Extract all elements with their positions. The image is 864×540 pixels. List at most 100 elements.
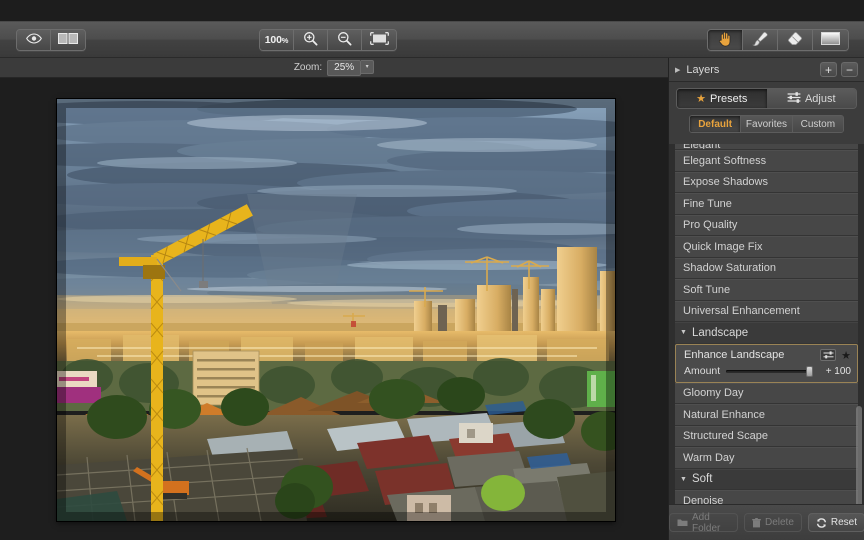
preset-label: Gloomy Day — [683, 387, 744, 400]
amount-value: + 100 — [825, 365, 851, 377]
subtab-custom[interactable]: Custom — [792, 116, 843, 132]
delete-label: Delete — [764, 517, 794, 528]
zoom-label: Zoom: — [293, 62, 323, 73]
preset-row[interactable]: Natural Enhance — [675, 404, 858, 426]
layers-header: ▶ Layers + − — [669, 58, 864, 82]
zoom-100-label: 100% — [264, 34, 289, 46]
reset-button[interactable]: Reset — [807, 513, 864, 532]
tool-button-group — [707, 29, 849, 51]
amount-slider-track[interactable] — [726, 365, 813, 377]
amount-slider-label: Amount — [684, 365, 721, 377]
photo-artwork — [57, 99, 615, 521]
amount-slider-thumb[interactable] — [806, 365, 813, 377]
add-layer-button[interactable]: + — [820, 62, 837, 77]
preset-row[interactable]: Pro Quality — [675, 214, 858, 236]
preset-label: Denoise — [683, 494, 724, 504]
image-canvas[interactable] — [0, 78, 668, 540]
preset-list-container[interactable]: Elegant Elegant Softness Expose Shadows Fin… — [669, 144, 864, 504]
tab-presets[interactable]: ★ Presets — [677, 89, 767, 108]
amount-slider-row[interactable]: Amount + 100 — [676, 364, 857, 379]
main-toolbar: 100% — [0, 22, 864, 58]
right-panel: ▶ Layers + − ★ Presets Adjust Default Fa… — [668, 58, 864, 540]
zoom-in-button[interactable] — [294, 30, 328, 50]
preset-label: Shadow Saturation — [683, 262, 776, 275]
vertical-scrollbar[interactable] — [856, 406, 862, 504]
zoom-select[interactable]: 25% ▾ — [327, 59, 375, 76]
fit-to-screen-button[interactable] — [362, 30, 396, 50]
preset-list: Elegant Elegant Softness Expose Shadows Fin… — [675, 144, 858, 504]
layers-title: Layers — [686, 63, 720, 76]
favorite-star-icon[interactable]: ★ — [841, 349, 851, 362]
tab-adjust-label: Adjust — [804, 92, 836, 105]
preset-label: Natural Enhance — [683, 408, 765, 421]
zoom-value[interactable]: 25% — [327, 59, 362, 76]
subtab-favorites[interactable]: Favorites — [741, 116, 793, 132]
preset-row[interactable]: Elegant Softness — [675, 150, 858, 172]
selected-preset-card[interactable]: Enhance Landscape ★ Amount + 100 — [675, 343, 858, 383]
delete-button[interactable]: Delete — [743, 513, 802, 532]
view-button-group — [16, 29, 86, 51]
preset-row[interactable]: Expose Shadows — [675, 171, 858, 193]
preset-group-label: Soft — [691, 473, 713, 486]
preset-row[interactable]: Quick Image Fix — [675, 236, 858, 258]
reset-icon — [816, 517, 827, 528]
preset-row[interactable]: Fine Tune — [675, 193, 858, 215]
zoom-out-button[interactable] — [328, 30, 362, 50]
eye-icon — [25, 33, 42, 47]
preset-label: Soft Tune — [683, 283, 731, 296]
preset-row[interactable]: Warm Day — [675, 447, 858, 469]
preset-group-header[interactable]: ▼ Landscape — [675, 322, 858, 344]
trash-icon — [752, 517, 761, 528]
split-view-icon — [58, 33, 78, 47]
preset-group-header[interactable]: ▼ Soft — [675, 468, 858, 490]
preset-group-label: Landscape — [691, 326, 749, 339]
title-bar — [0, 0, 864, 22]
preset-settings-icon[interactable] — [820, 349, 837, 361]
star-icon: ★ — [696, 93, 707, 105]
panel-tabs: ★ Presets Adjust — [676, 88, 857, 109]
eraser-icon — [787, 31, 803, 50]
remove-layer-button[interactable]: − — [841, 62, 858, 77]
zoom-in-icon — [303, 31, 318, 49]
preset-row[interactable]: Universal Enhancement — [675, 300, 858, 322]
preset-row[interactable]: Soft Tune — [675, 279, 858, 301]
zoom-out-icon — [337, 31, 352, 49]
fit-screen-icon — [369, 32, 389, 48]
preview-eye-button[interactable] — [17, 30, 51, 50]
split-view-button[interactable] — [51, 30, 85, 50]
group-triangle-icon[interactable]: ▼ — [680, 476, 687, 483]
tab-adjust[interactable]: Adjust — [766, 89, 856, 108]
preset-row[interactable]: Denoise — [675, 490, 858, 504]
folder-icon — [677, 518, 688, 527]
sliders-icon — [787, 91, 801, 106]
add-folder-button[interactable]: Add Folder — [669, 512, 738, 534]
zoom-button-group: 100% — [259, 29, 397, 51]
preset-label: Quick Image Fix — [683, 240, 763, 253]
chevron-down-icon[interactable]: ▾ — [361, 59, 375, 74]
hand-icon — [718, 31, 733, 50]
hand-tool-button[interactable] — [708, 30, 743, 50]
group-triangle-icon[interactable]: ▼ — [680, 329, 687, 336]
photo-image[interactable] — [57, 99, 615, 521]
preset-row[interactable]: Shadow Saturation — [675, 257, 858, 279]
gradient-icon — [821, 32, 840, 48]
preset-label: Expose Shadows — [683, 176, 768, 189]
preset-label: Pro Quality — [683, 219, 738, 232]
eraser-tool-button[interactable] — [778, 30, 813, 50]
app-window: 100% Zoom: 25% ▾ ▶ Layers + − ★ Presets … — [0, 0, 864, 540]
selected-preset-header: Enhance Landscape ★ — [676, 347, 857, 364]
brush-tool-button[interactable] — [743, 30, 778, 50]
disclosure-triangle-icon[interactable]: ▶ — [675, 66, 680, 74]
panel-footer: Add Folder Delete Reset — [669, 504, 864, 540]
subtab-default[interactable]: Default — [690, 116, 742, 132]
zoom-100-button[interactable]: 100% — [260, 30, 294, 50]
preset-row[interactable]: Gloomy Day — [675, 382, 858, 404]
preset-label: Structured Scape — [683, 430, 768, 443]
tab-presets-label: Presets — [710, 92, 748, 105]
gradient-tool-button[interactable] — [813, 30, 848, 50]
preset-label: Warm Day — [683, 451, 735, 464]
reset-label: Reset — [830, 517, 857, 528]
zoom-subbar: Zoom: 25% ▾ — [0, 58, 668, 78]
preset-subtabs: Default Favorites Custom — [689, 115, 844, 133]
preset-row[interactable]: Structured Scape — [675, 425, 858, 447]
